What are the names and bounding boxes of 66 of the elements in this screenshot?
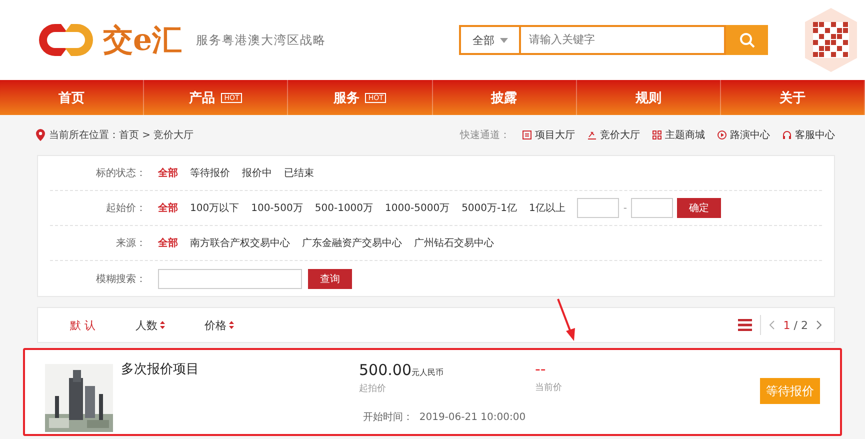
search-button[interactable]: [726, 25, 768, 55]
search-icon: [739, 32, 755, 48]
qr-code-icon: [803, 8, 859, 72]
quick-link[interactable]: 项目大厅: [522, 128, 575, 142]
tagline: 服务粤港澳大湾区战略: [196, 32, 326, 48]
filter-label: 模糊搜索：: [95, 272, 147, 286]
query-button[interactable]: 查询: [308, 268, 352, 288]
headset-icon: [782, 130, 792, 140]
list-view-icon[interactable]: [738, 319, 752, 331]
logo-text: 交e汇: [103, 22, 182, 60]
quick-link[interactable]: 主题商城: [652, 128, 705, 142]
nav-item[interactable]: 关于: [720, 80, 865, 115]
filter-label: 起始价：: [105, 202, 147, 215]
sort-arrows-icon: [160, 321, 164, 329]
range-separator: -: [623, 202, 627, 214]
filter-option[interactable]: 广东金融资产交易中心: [302, 236, 402, 250]
nav-item[interactable]: 披露: [432, 80, 577, 115]
filter-label: 标的状态：: [95, 166, 147, 180]
quick-links-label: 快速通道：: [460, 128, 510, 142]
start-price: 500.00元人民币: [359, 360, 444, 379]
nav-item[interactable]: 首页: [0, 80, 144, 115]
filter-option[interactable]: 100万以下: [190, 201, 240, 215]
current-price: --: [535, 360, 547, 378]
start-price-label: 起拍价: [359, 382, 387, 395]
filter-option[interactable]: 500-1000万: [314, 201, 374, 215]
filter-option[interactable]: 100-500万: [251, 201, 303, 215]
confirm-button[interactable]: 确定: [676, 198, 721, 218]
nav-item[interactable]: 规则: [576, 80, 721, 115]
play-icon: [717, 130, 727, 140]
grid-icon: [652, 130, 662, 140]
keyword-field[interactable]: [158, 268, 302, 288]
breadcrumb: 当前所在位置：首页 > 竞价大厅: [49, 128, 194, 142]
filter-option[interactable]: 1亿以上: [528, 201, 566, 215]
max-price-field[interactable]: [630, 198, 673, 218]
item-title: 多次报价项目: [121, 361, 200, 379]
filter-option[interactable]: 全部: [158, 201, 178, 215]
filter-option[interactable]: 等待报价: [190, 166, 230, 180]
min-price-field[interactable]: [577, 198, 620, 218]
filter-option[interactable]: 报价中: [242, 166, 272, 180]
filter-option[interactable]: 1000-5000万: [385, 201, 450, 215]
filter-option[interactable]: 南方联合产权交易中心: [190, 236, 290, 250]
filter-option[interactable]: 全部: [158, 166, 178, 180]
filter-label: 来源：: [115, 236, 147, 250]
filter-option[interactable]: 全部: [158, 236, 178, 250]
auction-item-card[interactable]: 多次报价项目 500.00元人民币 起拍价 开始时间： 2019-06-21 10:00:00 -- 当前价 等待报价: [23, 348, 842, 436]
document-icon: [522, 130, 532, 140]
search-field[interactable]: 请输入关键字: [521, 25, 726, 55]
quick-link[interactable]: 路演中心: [717, 128, 770, 142]
filter-option[interactable]: 广州钻石交易中心: [414, 236, 494, 250]
sort-option[interactable]: 价格: [204, 318, 234, 332]
quick-link[interactable]: 客服中心: [782, 128, 835, 142]
current-price-label: 当前价: [535, 382, 563, 394]
location-pin-icon: [36, 129, 45, 141]
filter-option[interactable]: 已结束: [284, 166, 314, 180]
next-page-icon[interactable]: [816, 320, 822, 330]
previous-page-icon[interactable]: [769, 320, 776, 330]
start-time: 开始时间： 2019-06-21 10:00:00: [363, 410, 526, 424]
sort-arrows-icon: [228, 321, 234, 329]
sort-option[interactable]: 人数: [136, 318, 164, 332]
page-indicator: 1 / 2: [783, 318, 808, 332]
scope-dropdown[interactable]: 全部: [459, 25, 521, 55]
caret-icon: [500, 38, 508, 42]
filter-option[interactable]: 5000万-1亿: [462, 201, 517, 215]
sort-option[interactable]: 默 认: [70, 318, 96, 332]
quick-link[interactable]: 竞价大厅: [587, 128, 640, 142]
gavel-icon: [587, 130, 597, 140]
